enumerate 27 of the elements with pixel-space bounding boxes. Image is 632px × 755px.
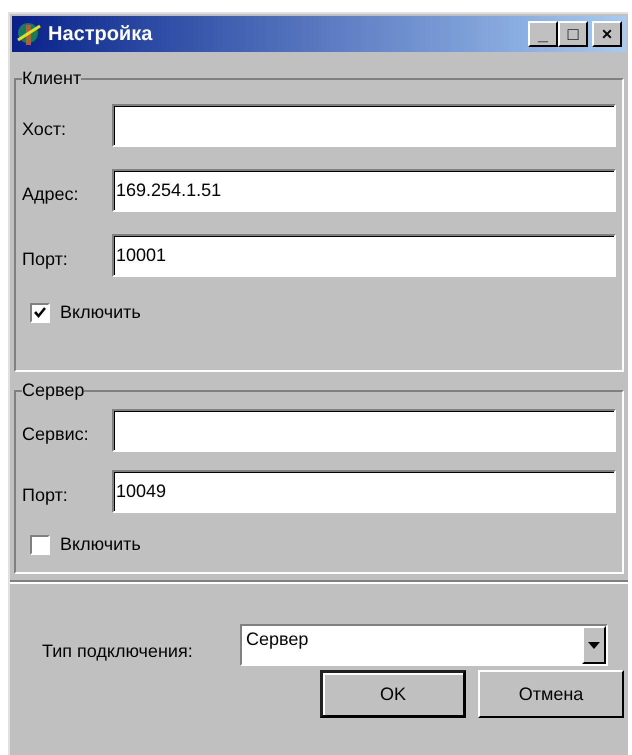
field-label: Адрес: [22, 183, 80, 206]
input-field[interactable] [112, 409, 616, 452]
dropdown-arrow-button[interactable] [582, 626, 606, 664]
dropdown-value: Сервер [245, 628, 308, 651]
input-field[interactable] [112, 104, 616, 147]
checkbox[interactable] [30, 302, 50, 322]
input-field[interactable]: 10001 [112, 234, 616, 277]
checkbox-label: Включить [60, 301, 141, 324]
cancel-button[interactable]: Отмена [478, 670, 624, 718]
input-field[interactable]: 10049 [112, 470, 616, 513]
close-button[interactable]: × [592, 21, 622, 47]
checkbox[interactable] [30, 534, 50, 554]
field-label: Порт: [22, 248, 69, 271]
field-label: Сервис: [22, 423, 90, 446]
field-label: Хост: [22, 118, 68, 141]
field-label: Тип подключения: [42, 640, 194, 663]
app-icon [16, 20, 42, 48]
ok-button[interactable]: OK [320, 670, 466, 718]
dropdown[interactable]: Сервер [240, 624, 608, 666]
input-field[interactable]: 169.254.1.51 [112, 169, 616, 212]
field-label: Порт: [22, 484, 69, 507]
window-title: Настройка [48, 22, 154, 47]
checkbox-label: Включить [60, 533, 141, 556]
check-icon [34, 307, 46, 318]
minimize-button[interactable]: _ [528, 21, 558, 47]
caret-icon [588, 642, 600, 648]
maximize-button[interactable]: □ [558, 21, 588, 47]
